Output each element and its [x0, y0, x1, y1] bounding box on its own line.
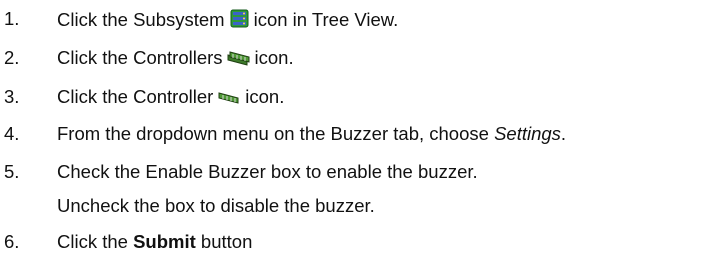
step-text-before: Click the Controller [57, 86, 214, 107]
procedure-page: { "steps": [ {"number": "1.", "before": … [0, 0, 713, 264]
step-text-before: Click the [57, 231, 134, 252]
step-text-before: From the dropdown menu on the Buzzer tab… [57, 123, 495, 144]
step-text-line-1: Check the Enable Buzzer box to enable th… [57, 161, 478, 182]
step-text-before: Click the Subsystem [57, 9, 225, 30]
subsystem-icon [229, 8, 250, 34]
step-text-after: . [560, 123, 567, 144]
step-text: Click the Subsystem icon in Tree View. [57, 8, 398, 34]
settings-emphasis: Settings [494, 123, 561, 144]
step-number: 2. [4, 47, 20, 68]
step-5-continuation: Uncheck the box to disable the buzzer. [57, 195, 375, 216]
step-text-after: icon. [245, 86, 285, 107]
step-number: 1. [4, 8, 20, 29]
step-text-after: button [195, 231, 253, 252]
submit-button-label: Submit [133, 231, 196, 252]
step-text-before: Click the Controllers [57, 47, 223, 68]
step-text-after: icon in Tree View. [253, 9, 399, 30]
step-text: From the dropdown menu on the Buzzer tab… [57, 123, 566, 145]
step-text-after: icon. [254, 47, 294, 68]
controllers-icon [227, 49, 251, 72]
step-text: Click the Controller icon. [57, 86, 284, 111]
controller-icon [217, 88, 241, 111]
step-number: 3. [4, 86, 20, 107]
step-text: Click the Submit button [57, 231, 252, 253]
step-text: Click the Controllers icon. [57, 47, 294, 72]
step-number: 4. [4, 123, 20, 144]
step-number: 5. [4, 161, 20, 182]
step-number: 6. [4, 231, 20, 252]
